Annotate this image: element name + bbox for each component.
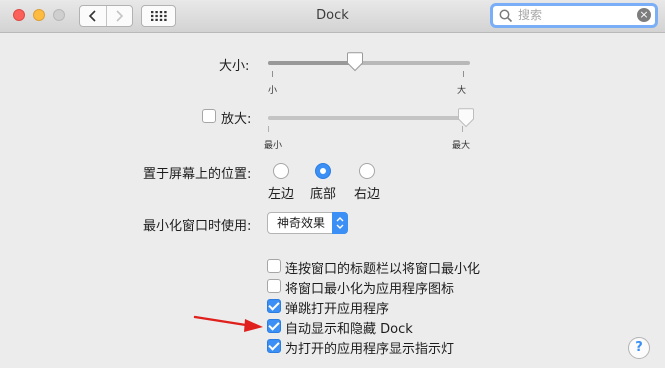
- minimize-effect-label: 最小化窗口时使用:: [143, 219, 252, 234]
- show-all-button[interactable]: [141, 5, 176, 27]
- position-left-radio[interactable]: [273, 163, 289, 179]
- autohide-dock-checkbox[interactable]: [267, 319, 281, 333]
- help-button[interactable]: ?: [628, 337, 650, 359]
- position-left-label: 左边: [268, 187, 295, 202]
- double-click-minimize-label: 连按窗口的标题栏以将窗口最小化: [285, 262, 481, 277]
- grid-icon: [150, 11, 167, 21]
- magnification-max-label: 最大: [452, 141, 471, 151]
- position-right-label: 右边: [354, 187, 381, 202]
- search-icon: [499, 9, 513, 23]
- minimize-into-app-icon-checkbox[interactable]: [267, 279, 281, 293]
- clear-search-icon[interactable]: ×: [637, 8, 651, 22]
- magnification-checkbox[interactable]: [202, 109, 216, 123]
- search-field[interactable]: 搜索 ×: [490, 3, 658, 28]
- chevron-right-icon: [116, 10, 124, 22]
- navigation-buttons: [79, 5, 133, 27]
- popup-arrows-icon: [332, 212, 348, 234]
- chevron-left-icon: [88, 10, 96, 22]
- dock-preferences-window: Dock 搜索 × 大小: 小 大 放大: 最小 最大 置于屏幕上的位置: 左边…: [0, 0, 665, 368]
- search-placeholder: 搜索: [518, 8, 543, 22]
- show-indicators-checkbox[interactable]: [267, 339, 281, 353]
- position-right-radio[interactable]: [359, 163, 375, 179]
- size-max-tick: [463, 71, 464, 77]
- size-min-tick: [272, 71, 273, 77]
- forward-button[interactable]: [105, 6, 133, 26]
- size-slider-track[interactable]: [268, 61, 470, 65]
- magnification-slider-thumb[interactable]: [457, 108, 475, 128]
- size-min-label: 小: [268, 86, 278, 96]
- close-window-button[interactable]: [13, 9, 25, 21]
- size-slider-thumb[interactable]: [346, 52, 364, 72]
- size-label: 大小:: [219, 59, 250, 74]
- position-bottom-radio[interactable]: [315, 163, 331, 179]
- show-indicators-label: 为打开的应用程序显示指示灯: [285, 342, 455, 357]
- magnification-min-label: 最小: [264, 141, 283, 151]
- minimize-effect-popup[interactable]: 神奇效果: [267, 212, 348, 234]
- minimize-effect-value: 神奇效果: [277, 216, 326, 230]
- minimize-window-button[interactable]: [33, 9, 45, 21]
- minimize-into-app-icon-label: 将窗口最小化为应用程序图标: [285, 282, 455, 297]
- annotation-arrow-icon: [193, 315, 263, 332]
- magnification-slider-track[interactable]: [268, 116, 470, 120]
- double-click-minimize-checkbox[interactable]: [267, 259, 281, 273]
- animate-opening-checkbox[interactable]: [267, 299, 281, 313]
- magnification-min-tick: [268, 126, 269, 132]
- toolbar: Dock 搜索 ×: [0, 0, 665, 33]
- size-max-label: 大: [457, 86, 467, 96]
- zoom-window-button[interactable]: [53, 9, 65, 21]
- position-bottom-label: 底部: [310, 187, 337, 202]
- magnification-label: 放大:: [221, 112, 252, 127]
- back-button[interactable]: [80, 6, 106, 26]
- animate-opening-label: 弹跳打开应用程序: [285, 302, 390, 317]
- autohide-dock-label: 自动显示和隐藏 Dock: [285, 322, 413, 337]
- position-label: 置于屏幕上的位置:: [143, 167, 252, 182]
